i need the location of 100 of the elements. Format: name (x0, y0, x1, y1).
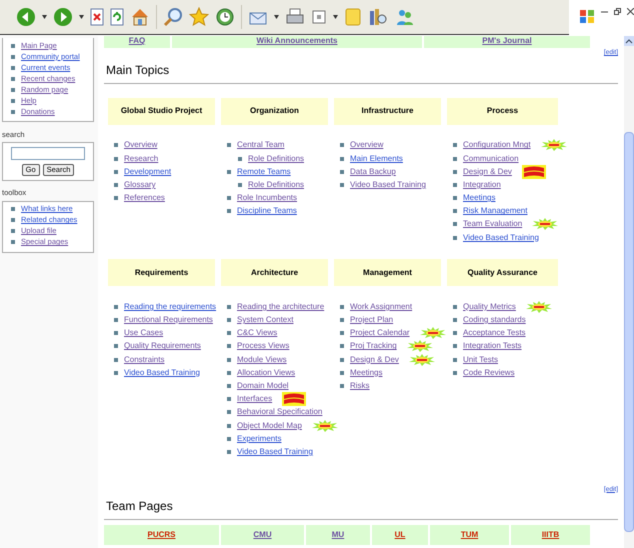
link[interactable]: Data Backup (350, 166, 396, 178)
link[interactable]: Integration (463, 178, 501, 191)
link[interactable]: Development (124, 166, 172, 178)
bullet-icon (114, 196, 118, 200)
bullet-icon (227, 143, 231, 148)
topic-title: Process (486, 105, 518, 118)
stop-icon[interactable] (90, 8, 104, 26)
back-icon[interactable] (16, 7, 36, 27)
link[interactable]: Quality Requirements (124, 340, 201, 352)
link[interactable]: Risks (350, 380, 370, 392)
link[interactable]: Experiments (237, 432, 282, 445)
link[interactable]: Role Definitions (248, 152, 304, 165)
link[interactable]: Project Calendar (350, 327, 410, 340)
link[interactable]: Research (124, 152, 158, 165)
link[interactable]: Video Based Training (237, 446, 313, 458)
star-icon[interactable] (189, 7, 209, 27)
bullet-icon (453, 196, 457, 200)
bullet-icon (11, 44, 15, 48)
bullet-icon (114, 344, 118, 348)
link[interactable]: Object Model Map (237, 420, 302, 432)
topic-title: Organization (250, 105, 299, 118)
link[interactable]: Central Team (237, 139, 284, 152)
link[interactable]: Design & Dev (463, 166, 512, 178)
scroll-thumb[interactable] (624, 132, 634, 532)
link[interactable]: Proj Tracking (350, 340, 397, 352)
link[interactable]: Risk Management (463, 205, 528, 218)
link[interactable]: Main Elements (350, 152, 403, 165)
team-link[interactable]: IIITB (542, 529, 560, 542)
link[interactable]: Integration Tests (463, 340, 522, 352)
people-icon[interactable] (394, 7, 414, 27)
link[interactable]: Coding standards (463, 314, 526, 326)
close-icon[interactable] (627, 8, 634, 15)
link[interactable]: Role Definitions (248, 178, 304, 191)
caret-icon[interactable] (42, 15, 47, 19)
scroll-up-icon[interactable] (624, 36, 634, 46)
link[interactable]: Interfaces (237, 393, 272, 406)
link[interactable]: Unit Tests (463, 354, 498, 366)
link[interactable]: Domain Model (237, 380, 289, 392)
bullet-icon (453, 344, 457, 348)
link[interactable]: C&C Views (237, 327, 278, 340)
link[interactable]: Configuration Mngt (463, 139, 531, 152)
caret-icon[interactable] (333, 15, 338, 19)
link[interactable]: Allocation Views (237, 366, 296, 379)
forward-icon[interactable] (53, 7, 73, 27)
home-icon[interactable] (130, 7, 150, 27)
team-link[interactable]: CMU (253, 529, 272, 542)
team-link[interactable]: MU (332, 529, 344, 542)
link[interactable]: Process Views (237, 340, 290, 352)
link[interactable]: Reading the requirements (124, 300, 216, 313)
link[interactable]: Project Plan (350, 314, 394, 326)
bullet-icon (11, 218, 15, 222)
link[interactable]: Work Assignment (350, 300, 412, 313)
bullet-icon (340, 318, 344, 322)
link[interactable]: Design & Dev (350, 354, 399, 366)
link[interactable]: Constraints (124, 354, 164, 366)
link[interactable]: System Context (237, 314, 294, 326)
link[interactable]: Communication (463, 152, 519, 165)
link[interactable]: Team Evaluation (463, 218, 522, 230)
link[interactable]: Video Based Training (124, 366, 200, 379)
history-icon[interactable] (215, 7, 235, 27)
link[interactable]: Glossary (124, 178, 156, 191)
link[interactable]: Functional Requirements (124, 314, 213, 326)
link[interactable]: Video Based Training (463, 232, 539, 244)
bullet-icon (114, 156, 118, 161)
team-link[interactable]: UL (394, 529, 406, 542)
bullet-icon (11, 76, 15, 80)
link[interactable]: Meetings (463, 192, 496, 204)
caret-icon[interactable] (274, 15, 279, 19)
link[interactable]: Overview (124, 139, 158, 152)
link[interactable]: References (124, 192, 165, 204)
link[interactable]: Behavioral Specification (237, 406, 322, 418)
link[interactable]: Code Reviews (463, 366, 515, 379)
bullet-icon (227, 170, 231, 174)
link[interactable]: Use Cases (124, 327, 164, 340)
link[interactable]: Discipline Teams (237, 205, 297, 218)
link[interactable]: Role Incumbents (237, 192, 298, 204)
link[interactable]: Meetings (350, 366, 382, 379)
link[interactable]: Reading the architecture (237, 300, 324, 313)
bullet-icon (114, 318, 118, 322)
caret-icon[interactable] (79, 15, 84, 19)
team-link[interactable]: PUCRS (147, 529, 176, 542)
link[interactable]: Overview (350, 139, 384, 152)
link[interactable]: PM's Journal (482, 36, 532, 46)
link[interactable]: Module Views (237, 354, 287, 366)
page-icon[interactable] (311, 9, 327, 25)
link[interactable]: Acceptance Tests (463, 327, 526, 340)
bullet-icon (114, 370, 118, 375)
team-link[interactable]: TUM (460, 529, 478, 542)
link[interactable]: Quality Metrics (463, 300, 516, 313)
link[interactable]: FAQ (128, 36, 146, 46)
search-field[interactable] (11, 147, 85, 160)
books-icon[interactable] (368, 7, 388, 27)
scrollbar[interactable] (624, 36, 634, 548)
link[interactable]: Wiki Announcements (256, 36, 338, 46)
search-icon[interactable] (163, 7, 183, 27)
bullet-icon (227, 384, 231, 388)
restore-icon[interactable] (614, 8, 621, 15)
link[interactable]: Remote Teams (237, 166, 291, 178)
refresh-icon[interactable] (110, 8, 124, 26)
link[interactable]: Video Based Training (350, 178, 426, 191)
